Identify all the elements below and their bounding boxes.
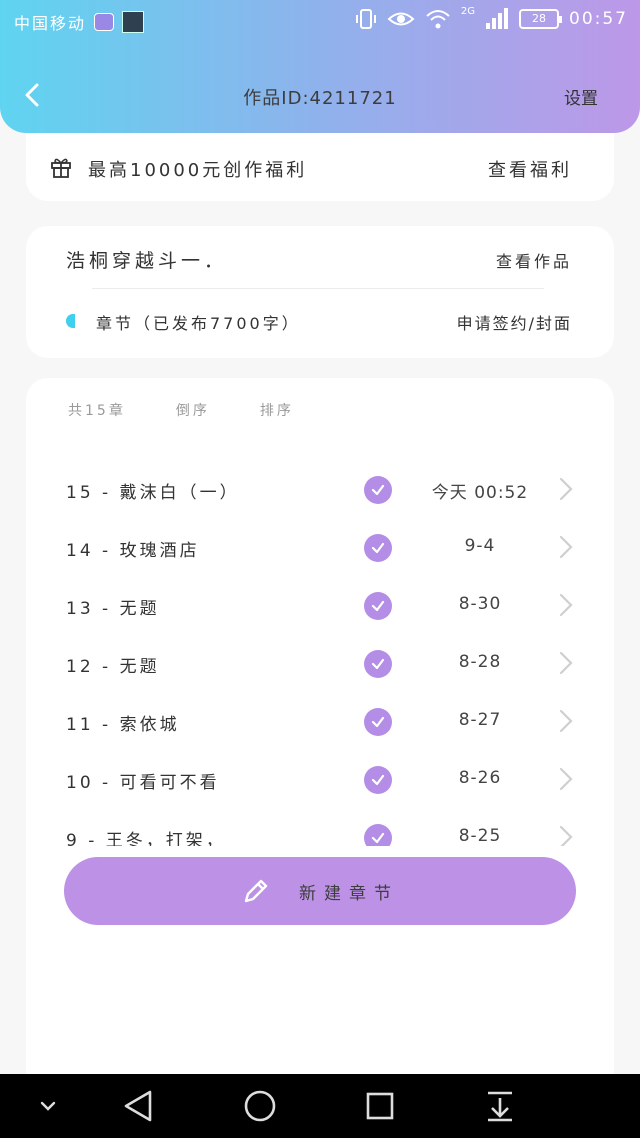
square-recents-icon bbox=[366, 1092, 394, 1120]
apply-contract-cover-link[interactable]: 申请签约/封面 bbox=[457, 310, 572, 334]
reverse-order-button[interactable]: 倒序 bbox=[176, 400, 210, 420]
published-check-icon bbox=[364, 476, 392, 504]
chevron-down-icon bbox=[40, 1101, 56, 1111]
chevron-right-icon bbox=[559, 477, 573, 501]
chapter-title: 14 - 玫瑰酒店 bbox=[66, 541, 200, 561]
sort-button[interactable]: 排序 bbox=[260, 400, 294, 420]
chevron-right-icon bbox=[559, 593, 573, 617]
settings-button[interactable]: 设置 bbox=[564, 84, 598, 109]
chapter-title: 13 - 无题 bbox=[66, 599, 160, 619]
chapter-row[interactable]: 13 - 无题 8-30 bbox=[26, 584, 614, 642]
nav-collapse-button[interactable] bbox=[28, 1088, 68, 1124]
published-check-icon bbox=[364, 534, 392, 562]
divider bbox=[92, 288, 544, 289]
published-check-icon bbox=[364, 708, 392, 736]
chapter-row[interactable]: 14 - 玫瑰酒店 9-4 bbox=[26, 526, 614, 584]
notification-icon bbox=[94, 13, 115, 31]
chapter-list[interactable]: 15 - 戴沫白（一） 今天 00:52 14 - 玫瑰酒店 9-4 13 - … bbox=[26, 468, 614, 846]
chapter-date: 9-4 bbox=[464, 536, 496, 556]
eye-comfort-icon bbox=[387, 12, 415, 26]
chapter-marker bbox=[66, 314, 75, 328]
work-title: 浩桐穿越斗一． bbox=[66, 250, 228, 272]
clock: 00:57 bbox=[569, 9, 628, 29]
nav-recents-button[interactable] bbox=[360, 1088, 400, 1124]
chapter-row[interactable]: 12 - 无题 8-28 bbox=[26, 642, 614, 700]
app-header: 中国移动 2G 28 00:57 作品ID:4211721 设置 bbox=[0, 0, 640, 133]
benefit-text: 最高10000元创作福利 bbox=[88, 160, 308, 181]
signal-icon bbox=[486, 8, 508, 29]
view-benefits-link[interactable]: 查看福利 bbox=[488, 156, 572, 182]
published-check-icon bbox=[364, 650, 392, 678]
chevron-right-icon bbox=[559, 651, 573, 675]
vibrate-icon bbox=[355, 9, 376, 29]
gallery-notification-icon bbox=[122, 11, 145, 33]
chapter-title: 10 - 可看可不看 bbox=[66, 773, 220, 793]
chapter-title: 12 - 无题 bbox=[66, 657, 160, 677]
network-type-label: 2G bbox=[460, 5, 475, 17]
chapter-list-toolbar: 共15章 倒序 排序 bbox=[68, 400, 294, 420]
new-chapter-label: 新建章节 bbox=[299, 883, 399, 904]
chevron-right-icon bbox=[559, 825, 573, 846]
chapter-date: 8-27 bbox=[458, 710, 502, 730]
battery-icon: 28 bbox=[519, 9, 562, 29]
triangle-back-icon bbox=[124, 1090, 152, 1122]
chapter-row[interactable]: 11 - 索依城 8-27 bbox=[26, 700, 614, 758]
gift-icon bbox=[51, 158, 71, 178]
chapter-title: 9 - 王冬，打架， bbox=[66, 831, 226, 846]
view-work-link[interactable]: 查看作品 bbox=[496, 248, 572, 272]
chapter-list-card: 共15章 倒序 排序 15 - 戴沫白（一） 今天 00:52 14 - 玫瑰酒… bbox=[26, 378, 614, 1078]
status-bar: 中国移动 2G 28 00:57 bbox=[0, 0, 640, 44]
chapter-date: 8-25 bbox=[458, 826, 502, 846]
chevron-right-icon bbox=[559, 535, 573, 559]
chevron-right-icon bbox=[559, 709, 573, 733]
work-info-card: 浩桐穿越斗一． 查看作品 章节（已发布7700字） 申请签约/封面 bbox=[26, 226, 614, 358]
chapter-date: 8-30 bbox=[458, 594, 502, 614]
chapter-title: 11 - 索依城 bbox=[66, 715, 180, 735]
chapter-date: 今天 00:52 bbox=[431, 483, 529, 503]
chapter-title: 15 - 戴沫白（一） bbox=[66, 483, 240, 503]
carrier-label: 中国移动 bbox=[14, 14, 87, 33]
wifi-icon bbox=[426, 10, 450, 29]
system-navigation-bar bbox=[0, 1074, 640, 1138]
chapter-row[interactable]: 9 - 王冬，打架， 8-25 bbox=[26, 816, 614, 846]
pull-down-icon bbox=[488, 1091, 512, 1122]
published-check-icon bbox=[364, 766, 392, 794]
chapter-total: 共15章 bbox=[68, 403, 126, 419]
chapter-row[interactable]: 15 - 戴沫白（一） 今天 00:52 bbox=[26, 468, 614, 526]
new-chapter-button[interactable]: 新建章节 bbox=[64, 857, 576, 925]
nav-home-button[interactable] bbox=[240, 1088, 280, 1124]
published-check-icon bbox=[364, 592, 392, 620]
chevron-right-icon bbox=[559, 767, 573, 791]
chapter-word-count: 章节（已发布7700字） bbox=[96, 314, 301, 333]
published-check-icon bbox=[364, 824, 392, 846]
nav-notification-button[interactable] bbox=[480, 1088, 520, 1124]
page-title: 作品ID:4211721 bbox=[243, 88, 397, 109]
nav-back-button[interactable] bbox=[118, 1088, 158, 1124]
chapter-date: 8-26 bbox=[458, 768, 502, 788]
circle-home-icon bbox=[244, 1090, 276, 1122]
chapter-date: 8-28 bbox=[458, 652, 502, 672]
pencil-icon bbox=[244, 879, 268, 903]
chapter-row[interactable]: 10 - 可看可不看 8-26 bbox=[26, 758, 614, 816]
